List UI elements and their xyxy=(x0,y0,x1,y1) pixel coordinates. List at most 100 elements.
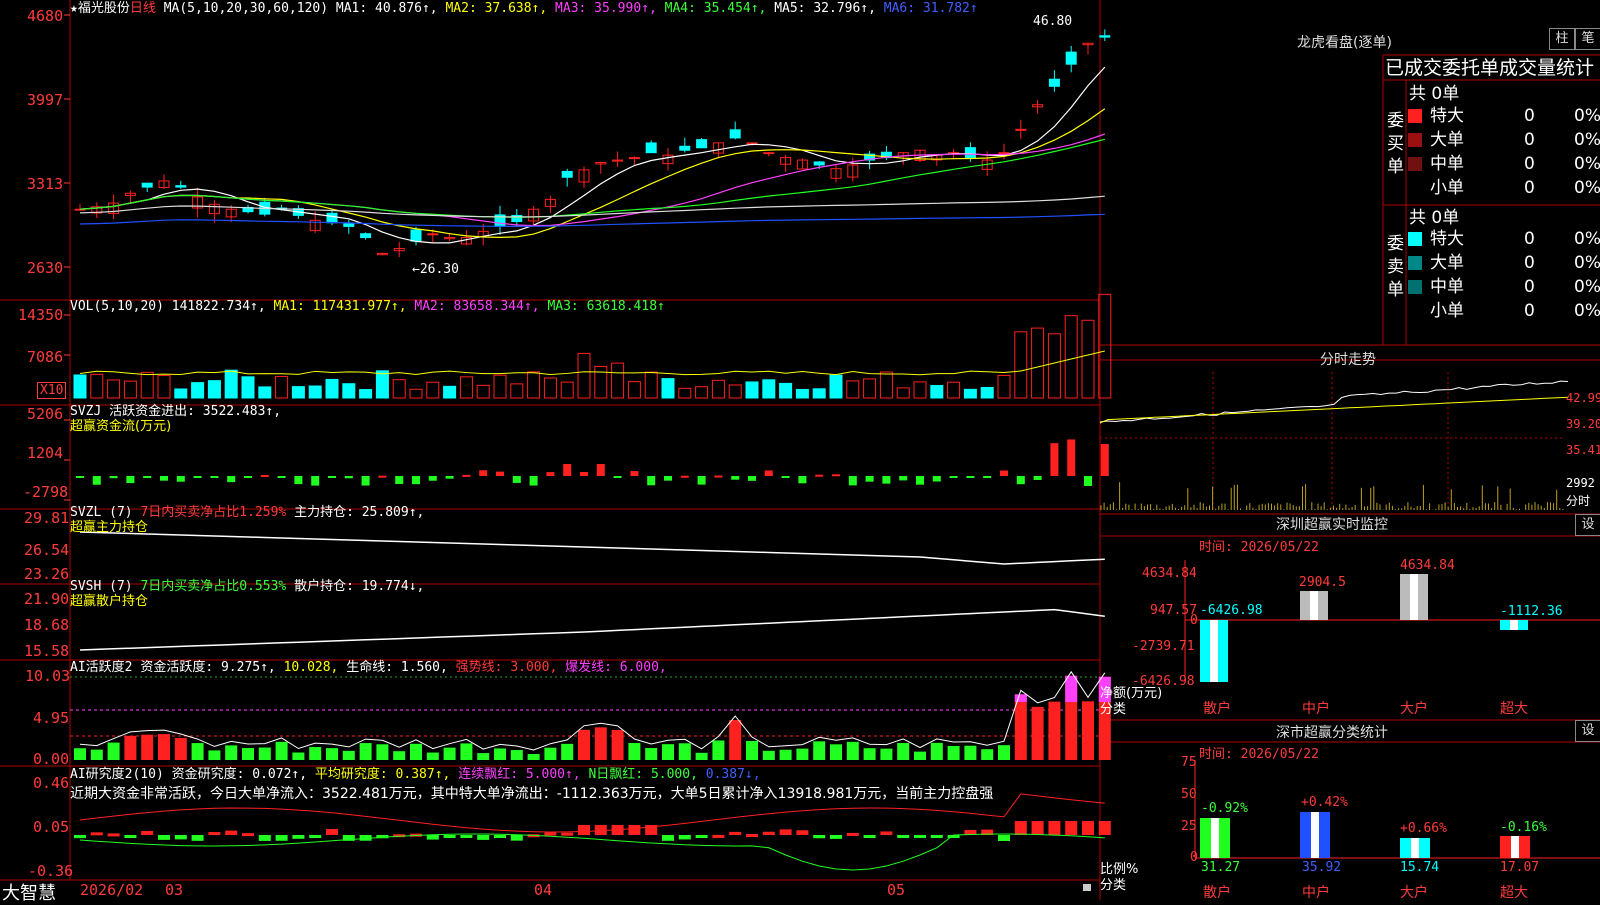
flow-bar xyxy=(109,476,118,479)
candle-body xyxy=(561,170,573,178)
class-bar-highlight xyxy=(1311,812,1319,858)
volume-bar xyxy=(913,381,927,399)
activity-bar xyxy=(426,752,439,760)
activity-bar xyxy=(695,752,708,760)
research-bar xyxy=(863,835,876,838)
monitor-category: 大户 xyxy=(1400,701,1428,717)
flow-bar xyxy=(260,475,269,478)
activity-bar xyxy=(914,751,926,760)
volume-bar xyxy=(711,379,725,399)
candle-body xyxy=(410,229,422,242)
candle-body xyxy=(763,152,775,155)
activity-bar xyxy=(662,744,674,760)
volume-bar xyxy=(476,384,490,399)
color-swatch xyxy=(1408,133,1422,147)
flow-bar xyxy=(697,476,706,485)
svzl-tick: 26.54 xyxy=(24,541,70,559)
volume-bar xyxy=(560,381,574,399)
sz-monitor-title: 深圳超赢实时监控 xyxy=(1276,517,1388,533)
chart-canvas[interactable] xyxy=(0,0,1600,900)
row-pct: 0% xyxy=(1574,301,1600,321)
sell-row-m[interactable]: 中单 0 0% xyxy=(1406,275,1600,299)
activity-bar xyxy=(258,747,271,760)
sz-class-time: 时间: 2026/05/22 xyxy=(1199,747,1319,762)
svzl-title: SVZL (7) xyxy=(70,505,133,520)
buy-row-xl[interactable]: 特大 0 0% xyxy=(1406,104,1600,128)
star-icon[interactable]: ★ xyxy=(70,1,78,16)
flow-bar xyxy=(815,474,824,477)
flow-bar xyxy=(160,476,168,481)
activity-bar xyxy=(1082,701,1094,760)
ai2-c: 连续飘红: 5.000↑, xyxy=(458,767,581,782)
volume-bar xyxy=(644,371,658,399)
sz-class-settings-button[interactable]: 设 xyxy=(1575,720,1600,742)
research-bar xyxy=(662,835,674,841)
buy-total: 共 0单 xyxy=(1409,84,1460,104)
monitor-category: 超大 xyxy=(1500,701,1528,717)
activity-bar xyxy=(729,720,742,760)
flow-bar xyxy=(277,476,286,478)
sell-row-xl[interactable]: 特大 0 0% xyxy=(1406,227,1600,251)
sell-row-l[interactable]: 大单 0 0% xyxy=(1406,251,1600,275)
flow-bar xyxy=(1016,476,1025,485)
volume-bar xyxy=(779,382,793,399)
research-bar xyxy=(309,835,322,838)
candle-body xyxy=(813,161,825,166)
ai2-tick: 0.46 xyxy=(33,774,70,792)
activity-bar xyxy=(981,749,994,760)
activity-line xyxy=(79,670,1106,751)
activity-bar xyxy=(863,748,876,760)
sell-row-s[interactable]: 小单 0 0% xyxy=(1406,299,1600,323)
intraday-unit: 分时 xyxy=(1566,494,1591,508)
class-value: 35.92 xyxy=(1302,860,1342,875)
ai1-b: 10.028, xyxy=(283,660,339,675)
research-bar xyxy=(695,835,708,838)
sz-monitor-settings-button[interactable]: 设 xyxy=(1575,514,1600,536)
buy-row-m[interactable]: 中单 0 0% xyxy=(1406,152,1600,176)
flow-bar xyxy=(630,470,639,476)
vol-ma2: MA2: 83658.344↑, xyxy=(414,299,540,314)
monitor-tick: 4634.84 xyxy=(1142,566,1197,581)
volume-bar xyxy=(1081,319,1095,399)
research-bar xyxy=(779,829,792,835)
candle-body xyxy=(343,223,355,227)
row-label: 大单 xyxy=(1430,130,1464,150)
row-count: 0 xyxy=(1524,154,1535,174)
research-bar xyxy=(1082,821,1094,835)
svzl-tick: 23.26 xyxy=(24,565,70,583)
intraday-avg-line xyxy=(1099,396,1569,424)
ai2-tick: -0.36 xyxy=(28,862,74,880)
ma5-value: MA5: 32.796↑, xyxy=(774,1,876,16)
row-pct: 0% xyxy=(1574,154,1600,174)
class-bar-highlight xyxy=(1211,818,1219,858)
activity-bar xyxy=(225,745,238,760)
flow-bar xyxy=(714,475,723,478)
monitor-bar-highlight xyxy=(1310,591,1318,620)
row-count: 0 xyxy=(1524,229,1535,249)
vol-unit-badge[interactable]: X10 xyxy=(37,382,67,399)
research-bar xyxy=(712,834,725,838)
ma3-line xyxy=(79,133,1105,227)
research-bar xyxy=(326,829,338,835)
activity-bar xyxy=(796,748,809,760)
row-label: 中单 xyxy=(1430,277,1464,297)
flow-bar xyxy=(76,476,84,478)
flow-bar xyxy=(613,476,622,478)
volume-bar xyxy=(174,388,188,399)
buy-row-l[interactable]: 大单 0 0% xyxy=(1406,128,1600,152)
research-bar xyxy=(813,835,826,839)
period-label[interactable]: 日线 xyxy=(130,1,156,16)
research-bar xyxy=(729,831,742,835)
buy-row-s[interactable]: 小单 0 0% xyxy=(1406,176,1600,200)
lock-icon[interactable] xyxy=(1083,884,1091,891)
vol-tick: 7086 xyxy=(27,348,64,366)
flow-bar xyxy=(865,476,874,482)
volume-bar xyxy=(409,388,423,399)
price-tick: 2630 xyxy=(27,259,64,277)
research-bar xyxy=(561,832,574,836)
research-bar xyxy=(762,831,775,835)
class-category: 散户 xyxy=(1203,885,1231,901)
tick-mode-button[interactable]: 笔 xyxy=(1575,28,1600,50)
flow-bar xyxy=(731,476,740,480)
bar-mode-button[interactable]: 柱 xyxy=(1549,28,1575,50)
